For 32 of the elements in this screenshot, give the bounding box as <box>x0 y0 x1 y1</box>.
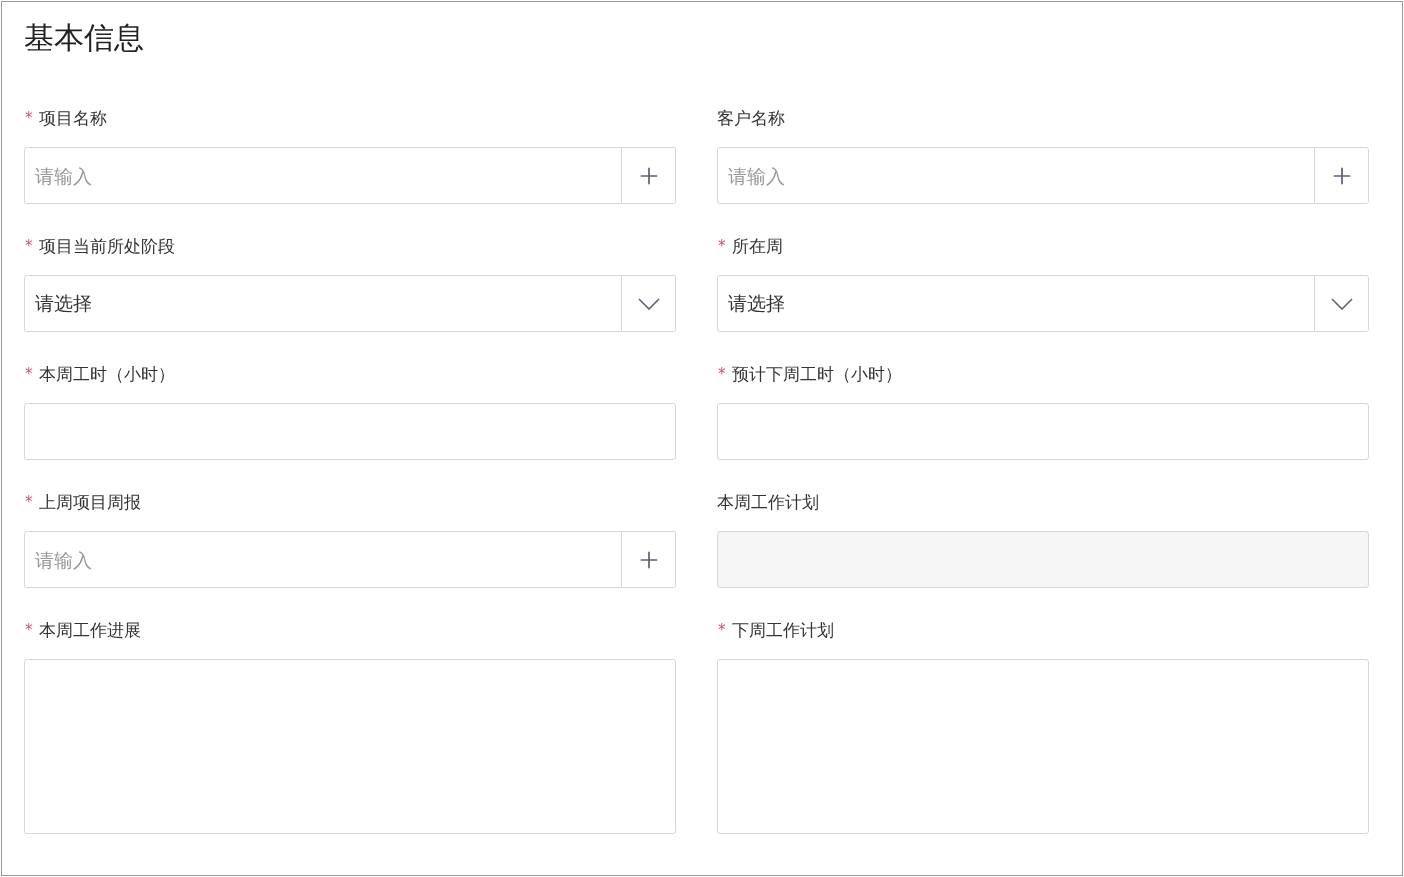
required-mark: * <box>25 492 33 512</box>
required-mark: * <box>718 236 726 256</box>
required-mark: * <box>25 620 33 640</box>
field-label: 本周工时（小时） <box>38 364 175 384</box>
required-mark: * <box>718 620 726 640</box>
field-label: 预计下周工时（小时） <box>731 364 902 384</box>
required-mark: * <box>718 364 726 384</box>
add-button[interactable] <box>1314 148 1368 203</box>
field-label: 所在周 <box>731 236 783 256</box>
select-placeholder: 请选择 <box>728 290 785 316</box>
text-area[interactable] <box>717 659 1369 834</box>
select-placeholder: 请选择 <box>35 290 92 316</box>
field-label: 本周工作计划 <box>717 492 819 512</box>
required-mark: * <box>25 236 33 256</box>
field-label: 客户名称 <box>717 108 785 128</box>
select-field[interactable]: 请选择 <box>717 275 1369 332</box>
add-button[interactable] <box>621 148 675 203</box>
field-label: 下周工作计划 <box>731 620 834 640</box>
field-label: 上周项目周报 <box>38 492 141 512</box>
text-area[interactable] <box>24 659 676 834</box>
chevron-down-icon <box>637 297 660 310</box>
add-button[interactable] <box>621 532 675 587</box>
field-label: 本周工作进展 <box>38 620 141 640</box>
required-mark: * <box>25 364 33 384</box>
field-label: 项目当前所处阶段 <box>38 236 175 256</box>
field-label: 项目名称 <box>38 108 107 128</box>
section-title: 基本信息 <box>24 19 145 57</box>
input-field[interactable] <box>24 403 676 460</box>
select-field[interactable]: 请选择 <box>24 275 676 332</box>
input-field[interactable] <box>717 403 1369 460</box>
chevron-down-icon <box>1330 297 1353 310</box>
required-mark: * <box>25 108 33 128</box>
